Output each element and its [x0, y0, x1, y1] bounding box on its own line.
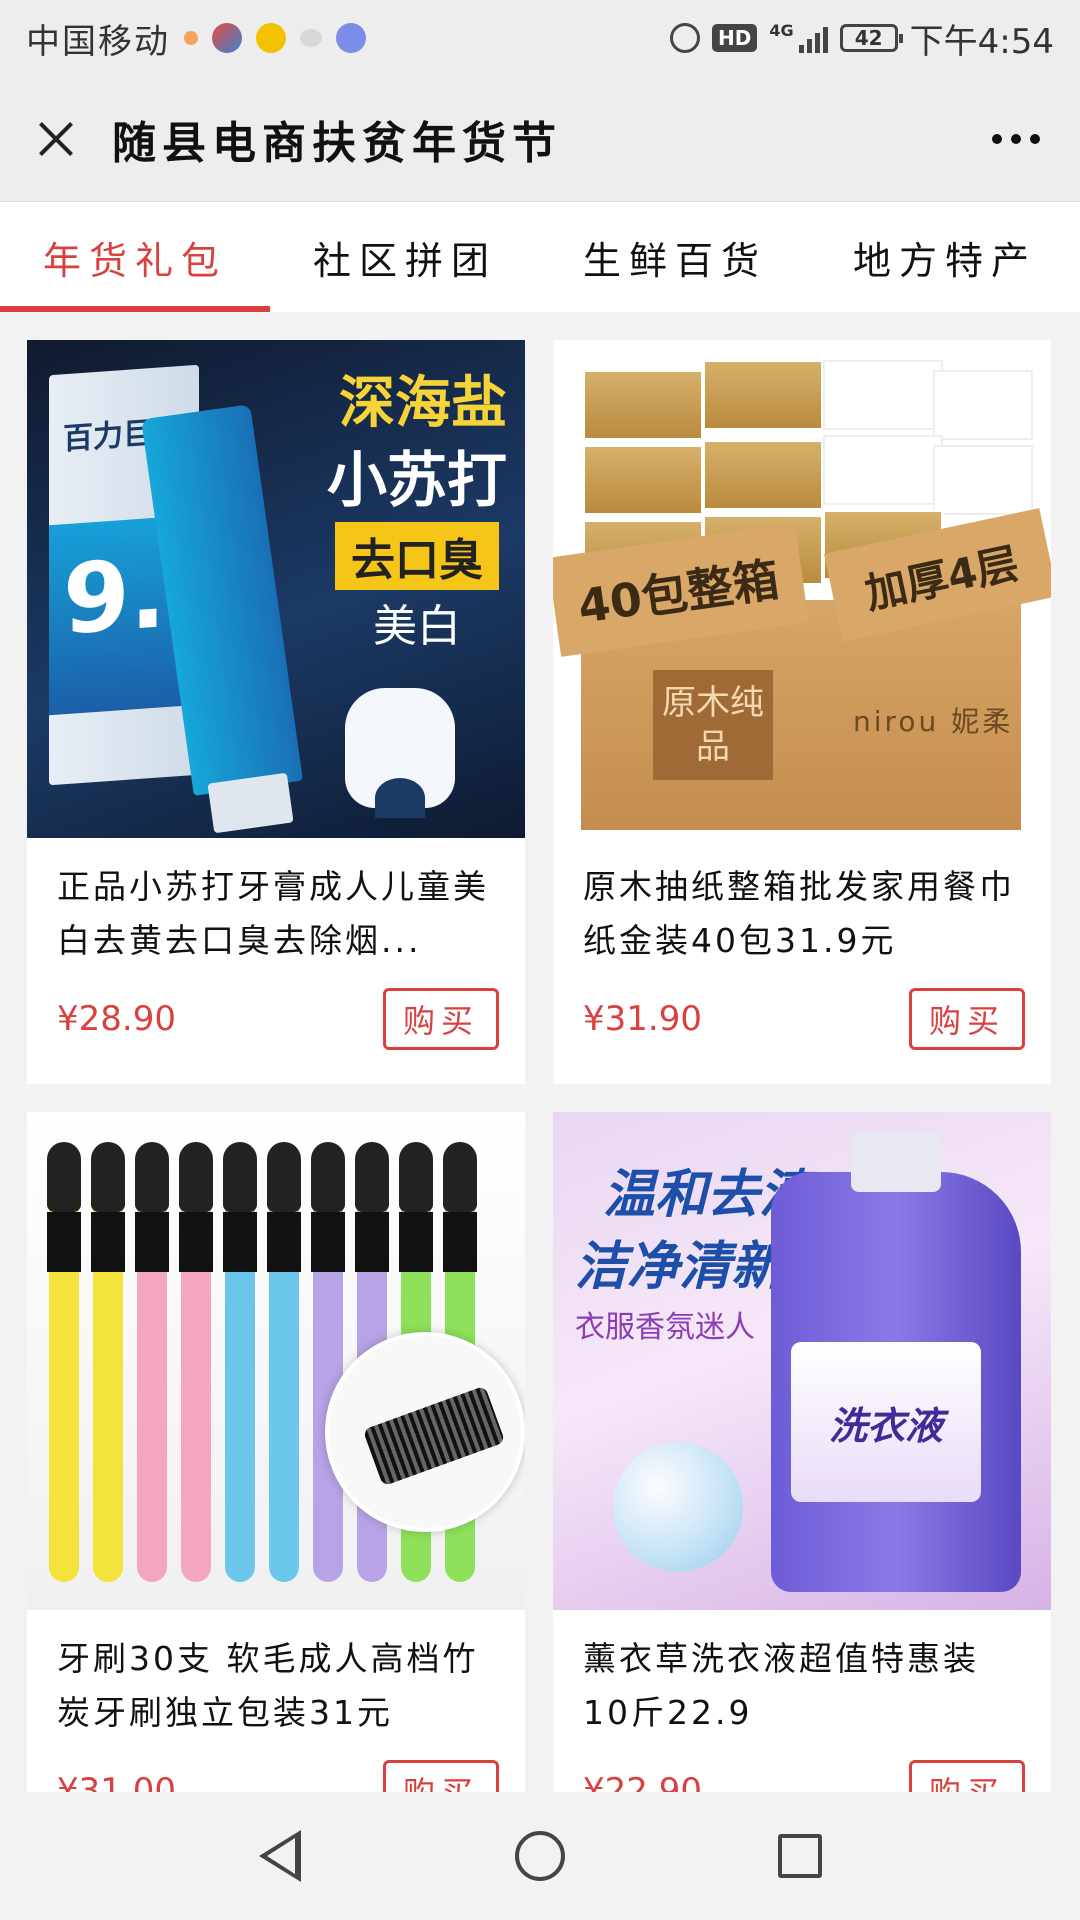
- product-grid: 百力巨人 9.0 深海盐 小苏打 去口臭 美白 正品小苏打牙膏成人儿童美白去黄去…: [0, 312, 1080, 1792]
- product-image-toothbrush[interactable]: [27, 1112, 525, 1610]
- more-options-icon[interactable]: [982, 124, 1050, 154]
- toothbrush: [267, 1142, 301, 1582]
- status-left: 中国移动: [26, 14, 366, 63]
- image-headline-1: 深海盐: [339, 371, 507, 436]
- tissue-pack: [933, 445, 1033, 515]
- cloud-icon: [300, 29, 322, 47]
- buy-button[interactable]: 购买: [909, 1760, 1025, 1792]
- product-image-detergent[interactable]: 温和去渍 洁净清新 衣服香氛迷人 洗衣液: [553, 1112, 1051, 1610]
- toothbrush: [179, 1142, 213, 1582]
- tissue-pack: [823, 435, 943, 505]
- carrier-name: 中国移动: [26, 21, 170, 62]
- toothbrush: [135, 1142, 169, 1582]
- product-image-tissue[interactable]: 40包整箱 加厚4层 原木纯品 nirou 妮柔: [553, 340, 1051, 838]
- tissue-pack: [933, 370, 1033, 440]
- tooth-icon: [345, 688, 455, 818]
- card-body: 薰衣草洗衣液超值特惠装10斤22.9 ¥22.90 购买: [553, 1610, 1051, 1792]
- home-icon[interactable]: [510, 1826, 570, 1886]
- product-card[interactable]: 40包整箱 加厚4层 原木纯品 nirou 妮柔 原木抽纸整箱批发家用餐巾纸金装…: [553, 340, 1051, 1084]
- hd-badge: HD: [712, 24, 758, 52]
- network-type: 4G: [769, 21, 794, 40]
- tissue-pack: [703, 440, 823, 510]
- title-bar: 随县电商扶贫年货节: [0, 76, 1080, 202]
- product-title[interactable]: 原木抽纸整箱批发家用餐巾纸金装40包31.9元: [583, 860, 1025, 968]
- buy-button[interactable]: 购买: [383, 988, 499, 1050]
- product-price: ¥31.90: [583, 999, 702, 1039]
- battery-icon: 42: [839, 24, 903, 52]
- back-icon[interactable]: [250, 1826, 310, 1886]
- navigation-bar: [0, 1792, 1080, 1920]
- status-right: HD 4G 42 下午4:54: [670, 14, 1054, 63]
- product-title[interactable]: 薰衣草洗衣液超值特惠装10斤22.9: [583, 1632, 1025, 1740]
- carton-stamp: 原木纯品: [653, 670, 773, 780]
- weather-icon: [184, 31, 198, 45]
- image-headline-2: 小苏打: [327, 446, 507, 516]
- image-headline-4: 美白: [373, 601, 461, 652]
- tab-community-group[interactable]: 社区拼团: [270, 202, 540, 312]
- tissue-pack: [583, 445, 703, 515]
- toothbrush: [311, 1142, 345, 1582]
- card-body: 正品小苏打牙膏成人儿童美白去黄去口臭去除烟... ¥28.90 购买: [27, 838, 525, 1084]
- tissue-pack: [583, 370, 703, 440]
- battery-level: 42: [854, 26, 883, 50]
- signal-icon: 4G: [769, 21, 828, 53]
- buy-button[interactable]: 购买: [909, 988, 1025, 1050]
- product-card[interactable]: 牙刷30支 软毛成人高档竹炭牙刷独立包装31元 ¥31.00 购买: [27, 1112, 525, 1792]
- buy-button[interactable]: 购买: [383, 1760, 499, 1792]
- product-title[interactable]: 正品小苏打牙膏成人儿童美白去黄去口臭去除烟...: [57, 860, 499, 968]
- product-price: ¥28.90: [57, 999, 176, 1039]
- image-headline-2: 洁净清新: [575, 1237, 784, 1297]
- tab-fresh-goods[interactable]: 生鲜百货: [540, 202, 810, 312]
- category-tabs: 年货礼包 社区拼团 生鲜百货 地方特产: [0, 202, 1080, 312]
- clock: 下午4:54: [909, 21, 1054, 62]
- card-body: 牙刷30支 软毛成人高档竹炭牙刷独立包装31元 ¥31.00 购买: [27, 1610, 525, 1792]
- bottle-label: 洗衣液: [791, 1342, 981, 1502]
- recent-apps-icon[interactable]: [770, 1826, 830, 1886]
- card-body: 原木抽纸整箱批发家用餐巾纸金装40包31.9元 ¥31.90 购买: [553, 838, 1051, 1084]
- close-icon[interactable]: [30, 114, 80, 164]
- toothbrush: [47, 1142, 81, 1582]
- toothbrush: [223, 1142, 257, 1582]
- toothbrush: [91, 1142, 125, 1582]
- bristle-closeup: [325, 1332, 525, 1532]
- product-price: ¥22.90: [583, 1771, 702, 1792]
- compass-icon: [212, 23, 242, 53]
- product-price: ¥31.00: [57, 1771, 176, 1792]
- product-card[interactable]: 温和去渍 洁净清新 衣服香氛迷人 洗衣液 薰衣草洗衣液超值特惠装10斤22.9 …: [553, 1112, 1051, 1792]
- image-headline-3: 去口臭: [335, 522, 499, 590]
- page-title: 随县电商扶贫年货节: [112, 117, 562, 169]
- product-title[interactable]: 牙刷30支 软毛成人高档竹炭牙刷独立包装31元: [57, 1632, 499, 1740]
- bubble-graphic: [613, 1442, 743, 1572]
- tissue-pack: [823, 360, 943, 430]
- tissue-pack: [703, 360, 823, 430]
- image-subline: 衣服香氛迷人: [575, 1310, 755, 1345]
- product-card[interactable]: 百力巨人 9.0 深海盐 小苏打 去口臭 美白 正品小苏打牙膏成人儿童美白去黄去…: [27, 340, 525, 1084]
- music-note-icon: [336, 23, 366, 53]
- music-app-icon: [256, 23, 286, 53]
- tab-local-specialty[interactable]: 地方特产: [810, 202, 1080, 312]
- product-image-toothpaste[interactable]: 百力巨人 9.0 深海盐 小苏打 去口臭 美白: [27, 340, 525, 838]
- tab-new-year-gift[interactable]: 年货礼包: [0, 202, 270, 312]
- detergent-bottle: 洗衣液: [771, 1132, 1021, 1592]
- carton-brand: nirou 妮柔: [853, 705, 1014, 738]
- status-bar: 中国移动 HD 4G 42 下午4:54: [0, 0, 1080, 76]
- alarm-icon: [670, 23, 701, 53]
